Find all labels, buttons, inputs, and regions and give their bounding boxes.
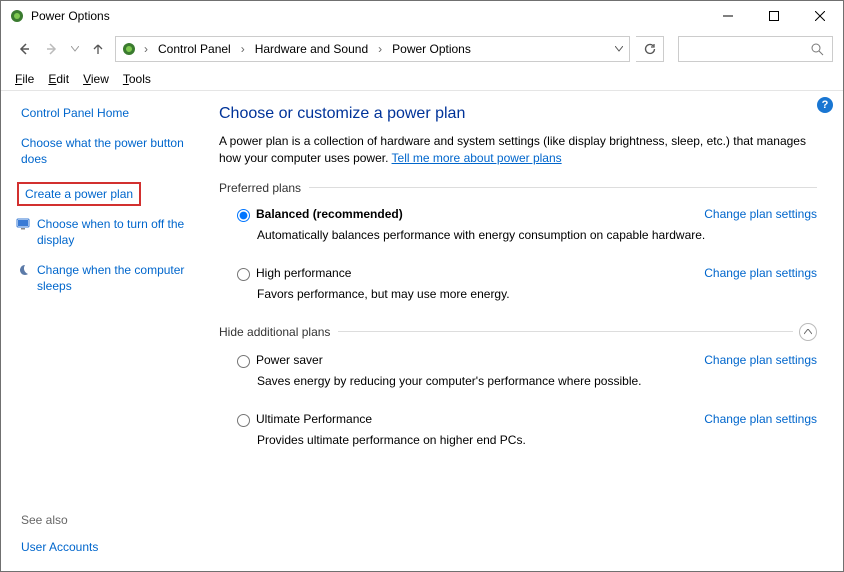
learn-more-link[interactable]: Tell me more about power plans <box>392 151 562 165</box>
chevron-right-icon: › <box>239 42 247 56</box>
menu-edit[interactable]: Edit <box>48 72 69 86</box>
address-bar[interactable]: › Control Panel › Hardware and Sound › P… <box>115 36 630 62</box>
chevron-right-icon: › <box>376 42 384 56</box>
hide-additional-plans-header[interactable]: Hide additional plans <box>219 323 817 341</box>
menu-tools[interactable]: Tools <box>123 72 151 86</box>
nav-forward-button[interactable] <box>41 34 63 64</box>
power-options-window: Power Options › Control P <box>0 0 844 572</box>
nav-recent-dropdown[interactable] <box>69 34 81 64</box>
minimize-button[interactable] <box>705 1 751 31</box>
monitor-icon <box>15 216 31 232</box>
address-bar-icon <box>120 41 138 57</box>
nav-up-button[interactable] <box>87 34 109 64</box>
sidebar-computer-sleeps[interactable]: Change when the computer sleeps <box>15 262 197 294</box>
plan-high-name[interactable]: High performance <box>256 266 351 280</box>
sidebar-user-accounts[interactable]: User Accounts <box>21 539 197 555</box>
address-dropdown-icon[interactable] <box>609 46 629 52</box>
menu-view[interactable]: View <box>83 72 109 86</box>
breadcrumb-leaf[interactable]: Power Options <box>386 37 477 61</box>
plan-balanced: Balanced (recommended) Change plan setti… <box>219 201 817 226</box>
menu-file[interactable]: File <box>15 72 34 86</box>
sidebar-turn-off-display[interactable]: Choose when to turn off the display <box>15 216 197 248</box>
plan-balanced-desc: Automatically balances performance with … <box>219 226 817 250</box>
page-heading: Choose or customize a power plan <box>219 105 817 123</box>
maximize-button[interactable] <box>751 1 797 31</box>
plan-ultimate-radio[interactable] <box>237 414 250 427</box>
collapse-icon[interactable] <box>799 323 817 341</box>
plan-saver-desc: Saves energy by reducing your computer's… <box>219 372 817 396</box>
plan-ultimate-change[interactable]: Change plan settings <box>704 412 817 426</box>
search-input[interactable] <box>678 36 833 62</box>
main-content: Choose or customize a power plan A power… <box>209 91 843 571</box>
plan-saver-change[interactable]: Change plan settings <box>704 353 817 367</box>
plan-saver-radio[interactable] <box>237 355 250 368</box>
nav-row: › Control Panel › Hardware and Sound › P… <box>1 31 843 67</box>
nav-back-button[interactable] <box>13 34 35 64</box>
close-button[interactable] <box>797 1 843 31</box>
window-title: Power Options <box>31 9 110 23</box>
plan-high: High performance Change plan settings <box>219 260 817 285</box>
plan-balanced-name[interactable]: Balanced (recommended) <box>256 207 403 221</box>
plan-ultimate-desc: Provides ultimate performance on higher … <box>219 431 817 455</box>
page-description: A power plan is a collection of hardware… <box>219 133 817 167</box>
plan-high-change[interactable]: Change plan settings <box>704 266 817 280</box>
preferred-plans-header: Preferred plans <box>219 181 817 195</box>
see-also-label: See also <box>15 513 197 527</box>
chevron-right-icon: › <box>142 42 150 56</box>
plan-saver-name[interactable]: Power saver <box>256 353 323 367</box>
plan-high-desc: Favors performance, but may use more ene… <box>219 285 817 309</box>
search-icon <box>811 43 824 56</box>
sidebar-home[interactable]: Control Panel Home <box>21 105 197 121</box>
plan-balanced-radio[interactable] <box>237 209 250 222</box>
help-button[interactable]: ? <box>817 97 833 113</box>
sidebar-choose-button-action[interactable]: Choose what the power button does <box>21 135 197 167</box>
plan-balanced-change[interactable]: Change plan settings <box>704 207 817 221</box>
breadcrumb-root[interactable]: Control Panel <box>152 37 237 61</box>
titlebar: Power Options <box>1 1 843 31</box>
sidebar-create-plan[interactable]: Create a power plan <box>17 182 197 206</box>
sidebar: Control Panel Home Choose what the power… <box>1 91 209 571</box>
moon-icon <box>15 262 31 278</box>
menu-bar: File Edit View Tools <box>1 67 843 91</box>
plan-ultimate-name[interactable]: Ultimate Performance <box>256 412 372 426</box>
body-area: ? Control Panel Home Choose what the pow… <box>1 91 843 571</box>
plan-ultimate: Ultimate Performance Change plan setting… <box>219 406 817 431</box>
refresh-button[interactable] <box>636 36 664 62</box>
app-icon <box>9 8 25 24</box>
plan-saver: Power saver Change plan settings <box>219 347 817 372</box>
plan-high-radio[interactable] <box>237 268 250 281</box>
breadcrumb-mid[interactable]: Hardware and Sound <box>249 37 374 61</box>
